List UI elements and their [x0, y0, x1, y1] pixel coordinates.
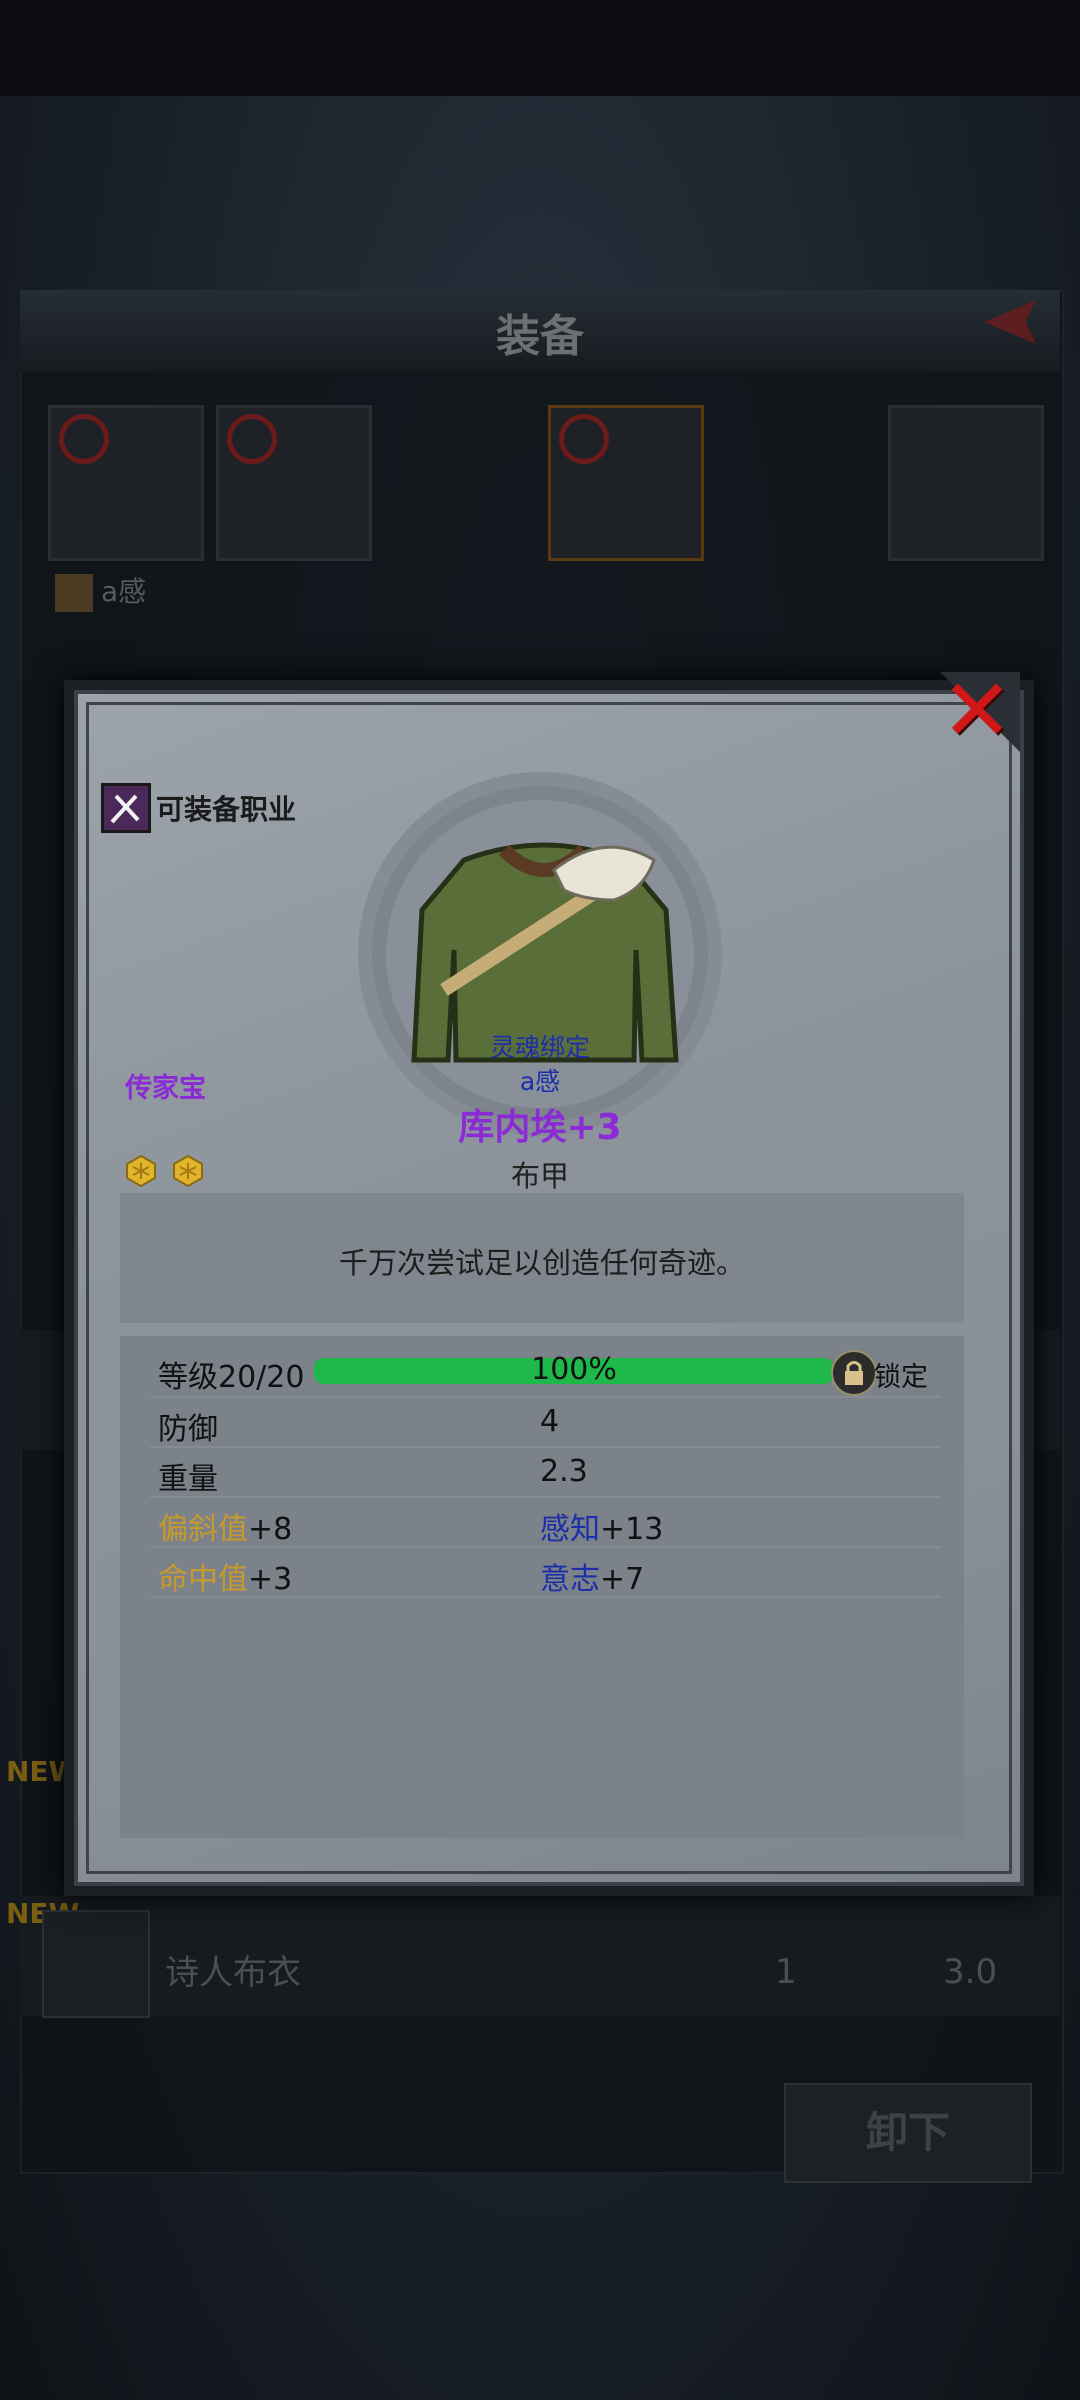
character-tag: a感 [55, 570, 146, 612]
hit-label: 命中值 [158, 1562, 248, 1597]
perception-label: 感知 [540, 1512, 600, 1547]
level-stat: 等级20/20 [158, 1352, 304, 1396]
will-value: +7 [600, 1562, 645, 1597]
bias-stat: 偏斜值+8 [158, 1504, 292, 1548]
stat-divider [150, 1446, 940, 1448]
stat-divider [150, 1396, 940, 1398]
equipable-class-label[interactable]: 可装备职业 [156, 788, 296, 828]
character-name: a感 [101, 575, 147, 608]
weight-value: 2.3 [540, 1454, 588, 1489]
defense-label: 防御 [158, 1412, 218, 1447]
close-x-icon[interactable]: ✕ [938, 668, 1016, 754]
list-item-count: 1 [775, 1952, 797, 1992]
lock-label[interactable]: 锁定 [874, 1355, 928, 1394]
equipment-slot-1[interactable] [48, 405, 204, 561]
stat-divider [150, 1546, 940, 1548]
weight-label: 重量 [158, 1462, 218, 1497]
bias-value: +8 [248, 1512, 293, 1547]
lock-icon[interactable] [831, 1350, 877, 1396]
list-item-name: 诗人布衣 [165, 1953, 301, 1993]
defense-value: 4 [540, 1404, 560, 1439]
level-value: 20/20 [218, 1360, 305, 1395]
bias-label: 偏斜值 [158, 1512, 248, 1547]
owner-label: a感 [519, 1067, 561, 1096]
character-avatar [55, 574, 93, 612]
stat-divider [150, 1496, 940, 1498]
equipment-slot-2[interactable] [216, 405, 372, 561]
stat-divider [150, 1596, 940, 1598]
hit-stat: 命中值+3 [158, 1554, 292, 1598]
perception-value: +13 [600, 1512, 664, 1547]
will-stat: 意志+7 [540, 1554, 644, 1598]
unequip-button[interactable]: 卸下 [784, 2083, 1032, 2183]
soulbound-label: 灵魂绑定 [489, 1033, 590, 1062]
list-item-icon [42, 1910, 150, 2018]
class-icon[interactable] [101, 783, 151, 833]
item-description: 千万次尝试足以创造任何奇迹。 [338, 1246, 745, 1280]
hit-value: +3 [248, 1562, 293, 1597]
item-type: 布甲 [510, 1159, 569, 1193]
equipment-title: 装备 [496, 311, 584, 362]
perception-stat: 感知+13 [540, 1504, 663, 1548]
list-item-weight: 3.0 [943, 1952, 998, 1992]
level-percent: 100% [531, 1352, 617, 1387]
will-label: 意志 [540, 1562, 600, 1597]
item-name: 库内埃+3 [458, 1107, 622, 1148]
equipment-slot-trinket[interactable] [888, 405, 1044, 561]
level-label: 等级 [158, 1360, 218, 1395]
equipment-slot-armor[interactable] [548, 405, 704, 561]
